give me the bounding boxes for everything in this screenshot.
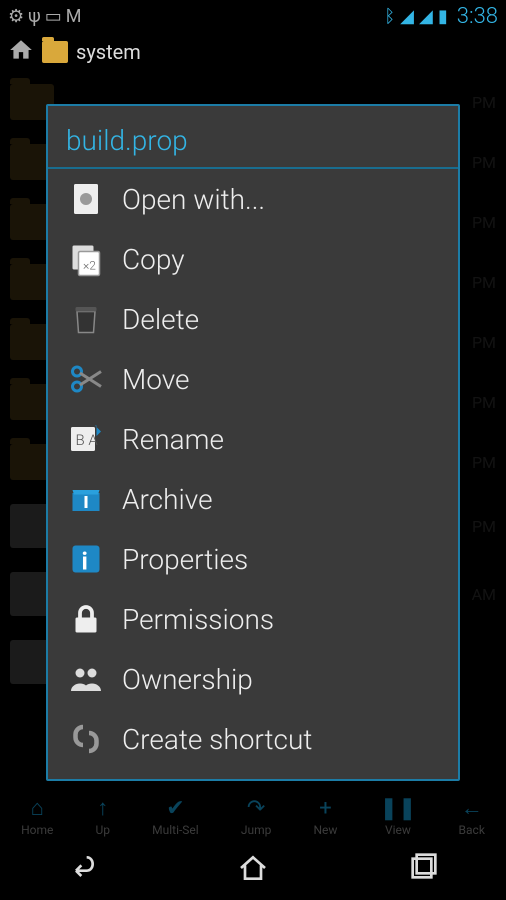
tool-jump[interactable]: ↷ Jump: [241, 796, 272, 837]
view-icon: ❚❚: [380, 796, 417, 821]
back-arrow-icon: ←: [461, 795, 483, 821]
svg-text:×2: ×2: [83, 259, 96, 273]
status-time: 3:38: [457, 4, 498, 29]
menu-ownership[interactable]: Ownership: [48, 649, 458, 709]
menu-label: Rename: [122, 423, 224, 456]
menu-archive[interactable]: Archive: [48, 469, 458, 529]
menu-label: Delete: [122, 303, 199, 336]
check-icon: ✔: [166, 796, 184, 821]
menu-shortcut[interactable]: Create shortcut: [48, 709, 458, 769]
home-icon[interactable]: [8, 37, 34, 67]
shortcut-icon: [66, 719, 106, 759]
nav-back-icon[interactable]: [68, 852, 100, 891]
plus-icon: +: [319, 796, 331, 821]
tool-label: Home: [21, 823, 53, 837]
app-header: system: [0, 32, 506, 72]
trash-icon: [66, 299, 106, 339]
svg-text:B A: B A: [76, 431, 99, 449]
debug-icon: ⚙: [8, 6, 24, 27]
scissors-icon: [66, 359, 106, 399]
open-icon: [66, 179, 106, 219]
usb-icon: ψ: [28, 6, 41, 27]
android-nav-bar: [0, 842, 506, 900]
nav-home-icon[interactable]: [237, 852, 269, 891]
tool-label: Jump: [241, 823, 272, 837]
lock-icon: [66, 599, 106, 639]
menu-label: Properties: [122, 543, 248, 576]
menu-label: Ownership: [122, 663, 253, 696]
users-icon: [66, 659, 106, 699]
bottom-toolbar: ⌂ Home ↑ Up ✔ Multi-Sel ↷ Jump + New ❚❚ View ←…: [0, 790, 506, 842]
menu-rename[interactable]: B A Rename: [48, 409, 458, 469]
context-menu-dialog: build.prop Open with... ×2 Copy Delete M…: [46, 104, 460, 781]
menu-delete[interactable]: Delete: [48, 289, 458, 349]
tool-back[interactable]: ← Back: [459, 795, 485, 837]
home-icon: ⌂: [31, 795, 44, 821]
tool-up[interactable]: ↑ Up: [95, 795, 110, 837]
bluetooth-icon: ᛒ: [384, 6, 395, 27]
mail-icon: M: [66, 6, 82, 27]
menu-copy[interactable]: ×2 Copy: [48, 229, 458, 289]
menu-properties[interactable]: i Properties: [48, 529, 458, 589]
menu-label: Create shortcut: [122, 723, 312, 756]
menu-move[interactable]: Move: [48, 349, 458, 409]
message-icon: ▭: [45, 6, 62, 27]
tool-multisel[interactable]: ✔ Multi-Sel: [152, 796, 199, 837]
rename-icon: B A: [66, 419, 106, 459]
tool-home[interactable]: ⌂ Home: [21, 795, 53, 837]
tool-label: Up: [95, 823, 110, 837]
tool-label: View: [385, 823, 411, 837]
archive-icon: [66, 479, 106, 519]
battery-icon: ▮: [438, 6, 448, 27]
tool-view[interactable]: ❚❚ View: [380, 796, 417, 837]
jump-icon: ↷: [247, 796, 265, 821]
status-bar: ⚙ ψ ▭ M ᛒ ◢ ◢ ▮ 3:38: [0, 0, 506, 32]
menu-label: Move: [122, 363, 189, 396]
tool-label: Multi-Sel: [152, 823, 199, 837]
menu-open-with[interactable]: Open with...: [48, 169, 458, 229]
menu-permissions[interactable]: Permissions: [48, 589, 458, 649]
nav-recents-icon[interactable]: [406, 852, 438, 891]
signal-icon: ◢: [419, 6, 433, 27]
dialog-title: build.prop: [48, 120, 458, 169]
tool-label: Back: [459, 823, 485, 837]
info-icon: i: [66, 539, 106, 579]
tool-new[interactable]: + New: [313, 796, 337, 837]
menu-label: Archive: [122, 483, 213, 516]
folder-icon: [42, 41, 68, 63]
copy-icon: ×2: [66, 239, 106, 279]
menu-label: Copy: [122, 243, 185, 276]
up-arrow-icon: ↑: [97, 795, 108, 821]
tool-label: New: [313, 823, 337, 837]
svg-text:i: i: [82, 548, 88, 576]
breadcrumb-path[interactable]: system: [76, 40, 141, 64]
wifi-icon: ◢: [400, 6, 414, 27]
menu-label: Open with...: [122, 183, 265, 216]
menu-label: Permissions: [122, 603, 274, 636]
